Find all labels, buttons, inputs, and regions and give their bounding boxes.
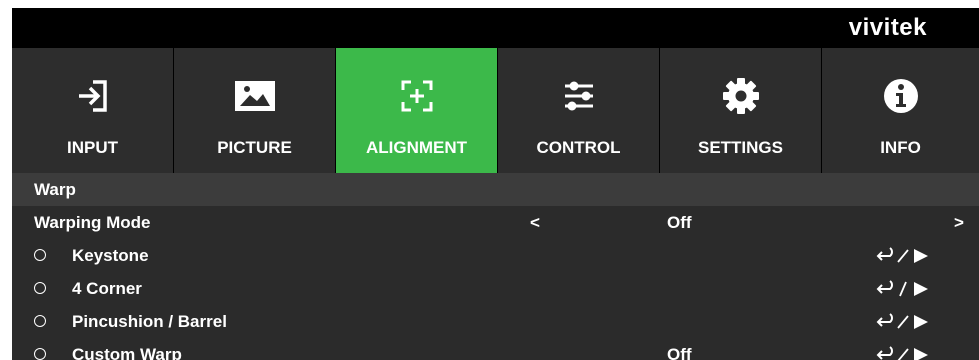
brand-bar: vivitek bbox=[12, 8, 979, 48]
option-label: Pincushion / Barrel bbox=[72, 312, 227, 331]
section-header-warp: Warp bbox=[12, 173, 979, 206]
custom-warp-value: Off bbox=[667, 345, 692, 360]
warping-mode-value: Off bbox=[667, 213, 692, 232]
tab-info[interactable]: INFO bbox=[822, 48, 979, 173]
next-option-arrow[interactable]: > bbox=[954, 206, 964, 239]
option-row-pincushion-barrel[interactable]: Pincushion / Barrel bbox=[12, 305, 979, 338]
gear-icon bbox=[717, 72, 765, 120]
previous-option-arrow[interactable]: < bbox=[530, 206, 540, 239]
tab-picture[interactable]: PICTURE bbox=[174, 48, 336, 173]
vivitek-logo: vivitek bbox=[848, 14, 927, 41]
tab-label: INPUT bbox=[67, 138, 118, 157]
enter-submenu-icon[interactable] bbox=[874, 239, 936, 272]
alignment-icon bbox=[393, 72, 441, 120]
option-label: Keystone bbox=[72, 246, 149, 265]
radio-button[interactable] bbox=[34, 249, 46, 261]
tab-alignment[interactable]: ALIGNMENT bbox=[336, 48, 498, 173]
tab-label: SETTINGS bbox=[697, 138, 783, 157]
tab-label: CONTROL bbox=[536, 138, 621, 157]
radio-button[interactable] bbox=[34, 282, 46, 294]
radio-button[interactable] bbox=[34, 348, 46, 360]
option-row-keystone[interactable]: Keystone bbox=[12, 239, 979, 272]
tab-control[interactable]: CONTROL bbox=[498, 48, 660, 173]
enter-submenu-icon[interactable] bbox=[874, 305, 936, 338]
tab-label: ALIGNMENT bbox=[365, 138, 468, 157]
input-icon bbox=[69, 72, 117, 120]
top-strip bbox=[0, 0, 979, 8]
option-row-custom-warp[interactable]: Custom Warp Off bbox=[12, 338, 979, 360]
tab-label: PICTURE bbox=[217, 138, 292, 157]
projector-osd-menu: vivitek INPUT PICTURE ALIGNMENT CONTROL … bbox=[12, 8, 979, 360]
radio-button[interactable] bbox=[34, 315, 46, 327]
tab-input[interactable]: INPUT bbox=[12, 48, 174, 173]
tab-label: INFO bbox=[880, 138, 921, 157]
main-tabs: INPUT PICTURE ALIGNMENT CONTROL SETTINGS… bbox=[12, 48, 979, 173]
warping-mode-label: Warping Mode bbox=[34, 213, 151, 232]
info-icon bbox=[877, 72, 925, 120]
sliders-icon bbox=[555, 72, 603, 120]
option-row-4-corner[interactable]: 4 Corner bbox=[12, 272, 979, 305]
warping-mode-row[interactable]: Warping Mode < Off > bbox=[12, 206, 979, 239]
enter-submenu-icon[interactable] bbox=[874, 272, 936, 305]
tab-settings[interactable]: SETTINGS bbox=[660, 48, 822, 173]
option-label: 4 Corner bbox=[72, 279, 142, 298]
picture-icon bbox=[231, 72, 279, 120]
option-label: Custom Warp bbox=[72, 345, 182, 360]
enter-submenu-icon[interactable] bbox=[874, 338, 936, 360]
